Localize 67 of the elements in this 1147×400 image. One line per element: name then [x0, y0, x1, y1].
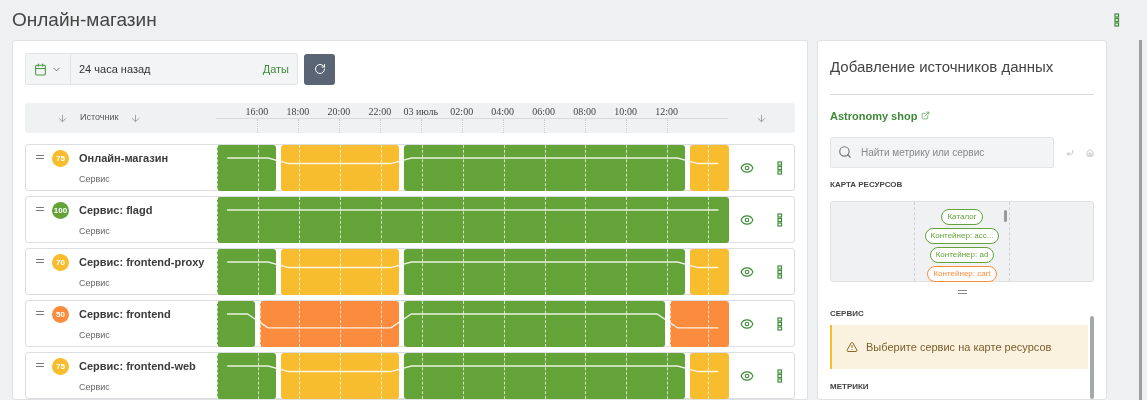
source-row[interactable]: 70 Сервис: frontend-proxy Сервис: [25, 248, 795, 295]
more-icon[interactable]: [776, 264, 783, 279]
time-tick-label: 08:00: [573, 105, 596, 119]
sort-icon[interactable]: [57, 112, 68, 124]
scrollbar[interactable]: [1090, 316, 1094, 399]
sort-icon[interactable]: [756, 112, 767, 124]
source-type: Сервис: [79, 172, 111, 186]
page-title: Онлайн-магазин: [12, 7, 157, 32]
source-row[interactable]: 50 Сервис: frontend Сервис: [25, 300, 795, 347]
scrollbar[interactable]: [1004, 210, 1007, 222]
source-name: Сервис: frontend: [79, 307, 171, 322]
source-row[interactable]: 100 Сервис: flagd Сервис: [25, 196, 795, 243]
more-icon[interactable]: [776, 368, 783, 383]
score-badge: 75: [52, 358, 69, 375]
sort-icon[interactable]: [130, 112, 142, 124]
eye-icon[interactable]: [740, 212, 755, 227]
time-tick-label: 02:00: [450, 105, 474, 119]
time-tick-label: 18:00: [286, 105, 310, 119]
more-icon[interactable]: [776, 212, 783, 227]
panel-title: Добавление источников данных: [830, 41, 1094, 95]
source-type: Сервис: [79, 328, 111, 342]
source-name: Онлайн-магазин: [79, 151, 169, 166]
score-badge: 50: [52, 306, 69, 323]
source-type: Сервис: [79, 224, 111, 238]
search-field[interactable]: Найти метрику или сервис: [830, 137, 1054, 168]
more-icon[interactable]: [776, 160, 783, 175]
more-icon[interactable]: [1114, 13, 1120, 27]
calendar-icon: [34, 62, 47, 76]
source-name: Сервис: flagd: [79, 203, 153, 218]
refresh-icon: [313, 63, 326, 75]
warning-text: Выберите сервис на карте ресурсов: [866, 339, 1052, 355]
column-header[interactable]: Источник: [80, 111, 119, 125]
source-name: Сервис: frontend-proxy: [79, 255, 205, 270]
search-icon: [838, 145, 852, 159]
time-tick-label: 06:00: [532, 105, 556, 119]
time-tick-label: 12:00: [655, 105, 678, 119]
dates-link[interactable]: Даты: [262, 60, 297, 78]
score-badge: 100: [52, 202, 69, 219]
resize-handle[interactable]: [957, 290, 967, 294]
source-row[interactable]: 75 Онлайн-магазин Сервис: [25, 144, 795, 191]
eye-icon[interactable]: [740, 264, 755, 279]
eye-icon[interactable]: [740, 316, 755, 331]
more-icon[interactable]: [776, 316, 783, 331]
period-value: 24 часа назад: [78, 61, 152, 77]
time-tick-label: 04:00: [491, 105, 515, 119]
time-tick-label: 03 июль: [403, 105, 439, 119]
source-row[interactable]: 75 Сервис: frontend-web Сервис: [25, 352, 795, 399]
time-tick-label: 10:00: [614, 105, 637, 119]
score-badge: 70: [52, 254, 69, 271]
warning-icon: [846, 341, 858, 353]
time-tick-label: 16:00: [245, 105, 269, 119]
section-label: МЕТРИКИ: [830, 381, 870, 393]
source-name: Сервис: frontend-web: [79, 359, 196, 374]
external-link-icon[interactable]: [921, 111, 931, 121]
period-field[interactable]: 24 часа назад Даты: [25, 53, 298, 85]
eye-icon[interactable]: [740, 368, 755, 383]
section-label: СЕРВИС: [830, 308, 865, 320]
page-scrollbar[interactable]: [1139, 40, 1142, 400]
refresh-button[interactable]: [304, 53, 335, 85]
source-type: Сервис: [79, 276, 111, 290]
astronomy-shop-link[interactable]: Astronomy shop: [830, 107, 918, 124]
eye-icon[interactable]: [740, 160, 755, 175]
time-tick-label: 20:00: [327, 105, 351, 119]
time-tick-label: 22:00: [368, 105, 392, 119]
score-badge: 75: [52, 150, 69, 167]
section-label: КАРТА РЕСУРСОВ: [830, 179, 904, 191]
source-type: Сервис: [79, 380, 111, 394]
